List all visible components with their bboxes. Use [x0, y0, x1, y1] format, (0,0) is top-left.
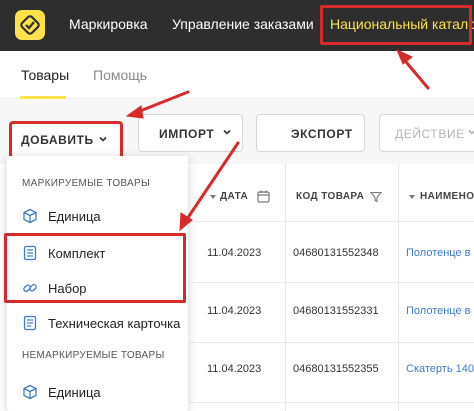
arrow-to-add-button: [133, 90, 190, 115]
annotation-arrows: [125, 48, 430, 232]
arrow-to-kit-set: [183, 141, 240, 224]
